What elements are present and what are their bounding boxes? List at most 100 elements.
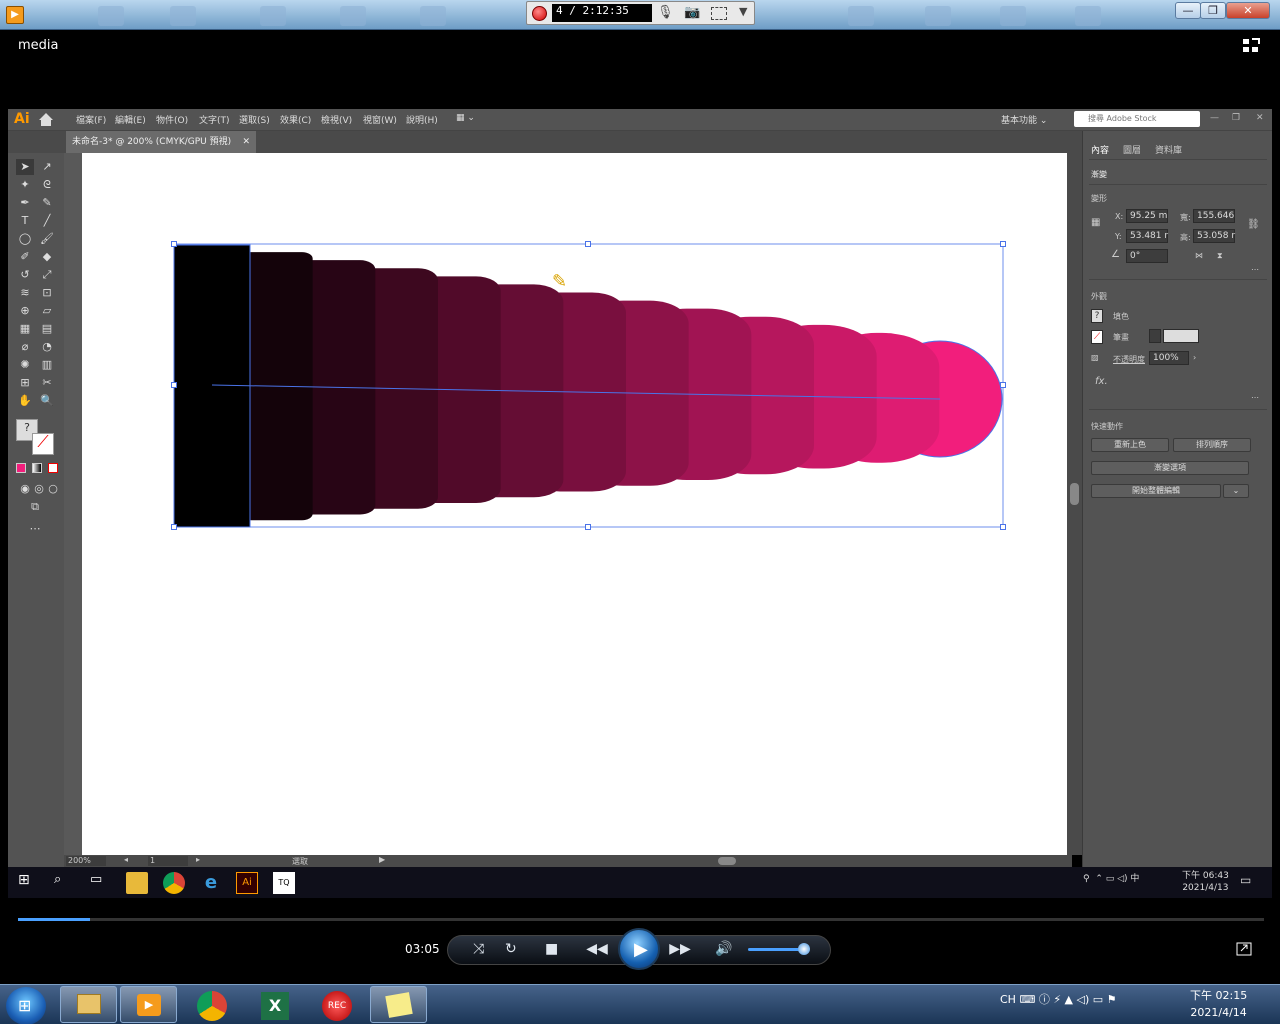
more-options-icon[interactable]: ⋯ xyxy=(1251,393,1259,402)
menu-effect[interactable]: 效果(C) xyxy=(280,113,311,126)
menu-window[interactable]: 視窗(W) xyxy=(363,113,397,126)
shape-builder-icon[interactable]: ⊕ xyxy=(16,303,34,319)
media-player-taskbar-button[interactable]: ▶ xyxy=(120,986,177,1023)
more-tools-icon[interactable]: ⋯ xyxy=(26,521,44,537)
reference-point-icon[interactable]: ▦ xyxy=(1091,217,1100,228)
menu-edit[interactable]: 編輯(E) xyxy=(115,113,146,126)
gradient-mode-swatch[interactable] xyxy=(32,463,42,473)
screen-mode-icon[interactable]: ⧉ xyxy=(26,499,44,515)
chrome-icon[interactable] xyxy=(163,872,185,894)
inner-clock[interactable]: 下午 06:43 2021/4/13 xyxy=(1182,870,1229,894)
constrain-link-icon[interactable]: ⛓ xyxy=(1247,219,1260,230)
ellipse-tool-icon[interactable]: ◯ xyxy=(16,231,34,247)
symbol-sprayer-icon[interactable]: ✺ xyxy=(16,357,34,373)
selection-tool-icon[interactable]: ➤ xyxy=(16,159,34,175)
previous-icon[interactable]: ◀◀ xyxy=(583,941,611,957)
direct-selection-tool-icon[interactable]: ↗ xyxy=(38,159,56,175)
volume-icon[interactable]: 🔊 xyxy=(715,941,732,957)
record-button[interactable] xyxy=(532,6,547,21)
blend-options-button[interactable]: 漸變選項 xyxy=(1091,461,1249,475)
warp-tool-icon[interactable]: ≋ xyxy=(16,285,34,301)
stroke-none-icon[interactable]: ⟋ xyxy=(1091,330,1103,344)
switch-to-library-icon[interactable] xyxy=(1236,942,1252,956)
artboard-number-field[interactable]: 1 xyxy=(148,856,188,866)
artboard-nav-next-icon[interactable]: ▸ xyxy=(196,855,200,864)
play-button[interactable]: ▶ xyxy=(618,928,660,970)
mesh-tool-icon[interactable]: ▦ xyxy=(16,321,34,337)
ai-close-icon[interactable]: ✕ xyxy=(1256,113,1264,123)
stroke-weight-stepper[interactable] xyxy=(1149,329,1161,343)
type-tool-icon[interactable]: T xyxy=(16,213,34,229)
bounding-box-handle[interactable] xyxy=(171,382,177,388)
ai-restore-icon[interactable]: ❐ xyxy=(1232,113,1240,123)
opacity-label[interactable]: 不透明度 xyxy=(1113,354,1145,365)
draw-inside-icon[interactable]: ○ xyxy=(44,481,62,497)
ai-minimize-icon[interactable]: — xyxy=(1210,113,1219,123)
workspace-switcher[interactable]: 基本功能 ⌄ xyxy=(1001,113,1047,126)
opacity-arrow-icon[interactable]: › xyxy=(1193,353,1196,362)
shaper-tool-icon[interactable]: ✐ xyxy=(16,249,34,265)
menu-file[interactable]: 檔案(F) xyxy=(76,113,106,126)
global-edit-button[interactable]: 開始整體編輯 xyxy=(1091,484,1221,498)
bounding-box-handle[interactable] xyxy=(1000,241,1006,247)
tq-app-icon[interactable]: TQ xyxy=(273,872,295,894)
start-button[interactable]: ⊞ xyxy=(6,987,46,1024)
menu-object[interactable]: 物件(O) xyxy=(156,113,188,126)
dropdown-arrow-icon[interactable]: ▼ xyxy=(739,5,747,18)
vertical-scrollbar[interactable] xyxy=(1067,153,1082,855)
bounding-box-handle[interactable] xyxy=(171,524,177,530)
notification-icon[interactable]: ▭ xyxy=(1240,873,1251,887)
bounding-box-handle[interactable] xyxy=(171,241,177,247)
arrange-button[interactable]: 排列順序 xyxy=(1173,438,1251,452)
region-select-icon[interactable] xyxy=(711,7,727,20)
next-icon[interactable]: ▶▶ xyxy=(666,941,694,957)
bounding-box-handle[interactable] xyxy=(585,524,591,530)
height-field[interactable]: 53.058 r xyxy=(1193,229,1235,243)
rec-taskbar-button[interactable]: REC xyxy=(308,986,365,1023)
artboard-tool-icon[interactable]: ⊞ xyxy=(16,375,34,391)
menu-select[interactable]: 選取(S) xyxy=(239,113,270,126)
tab-properties[interactable]: 內容 xyxy=(1091,143,1109,156)
camera-off-icon[interactable]: 📷 xyxy=(684,5,700,20)
gradient-tool-icon[interactable]: ▤ xyxy=(38,321,56,337)
sticky-notes-taskbar-button[interactable] xyxy=(370,986,427,1023)
rotate-tool-icon[interactable]: ↺ xyxy=(16,267,34,283)
magic-wand-icon[interactable]: ✦ xyxy=(16,177,34,193)
system-clock[interactable]: 下午 02:15 2021/4/14 xyxy=(1190,987,1247,1021)
hscroll-thumb[interactable] xyxy=(718,857,736,865)
seek-bar[interactable] xyxy=(18,918,1264,921)
edge-icon[interactable]: e xyxy=(200,872,222,894)
x-field[interactable]: 95.25 m xyxy=(1126,209,1168,223)
fill-unknown-icon[interactable]: ? xyxy=(1091,309,1103,323)
explorer-taskbar-button[interactable] xyxy=(60,986,117,1023)
blend-artwork[interactable]: ✎ xyxy=(82,153,1067,855)
perspective-grid-icon[interactable]: ▱ xyxy=(38,303,56,319)
zoom-field[interactable]: 200% xyxy=(66,856,106,866)
menu-type[interactable]: 文字(T) xyxy=(199,113,230,126)
blend-tool-icon[interactable]: ◔ xyxy=(38,339,56,355)
menu-help[interactable]: 說明(H) xyxy=(406,113,438,126)
stroke-weight-field[interactable] xyxy=(1163,329,1199,343)
document-tab[interactable]: 未命名-3* @ 200% (CMYK/GPU 預視) ✕ xyxy=(66,131,256,153)
excel-taskbar-button[interactable]: X xyxy=(246,986,303,1023)
illustrator-taskbar-icon[interactable]: Ai xyxy=(236,872,258,894)
hand-tool-icon[interactable]: ✋ xyxy=(16,393,34,409)
search-icon[interactable]: ⌕ xyxy=(54,872,76,894)
task-view-icon[interactable]: ▭ xyxy=(90,872,112,894)
volume-knob[interactable] xyxy=(797,943,810,955)
file-explorer-icon[interactable] xyxy=(126,872,148,894)
color-mode-swatch[interactable] xyxy=(16,463,26,473)
bounding-box-handle[interactable] xyxy=(1000,524,1006,530)
eraser-tool-icon[interactable]: ◆ xyxy=(38,249,56,265)
home-icon[interactable] xyxy=(38,112,54,127)
status-menu-icon[interactable]: ▶ xyxy=(379,855,385,864)
flip-horizontal-icon[interactable]: ⋈ xyxy=(1195,251,1203,260)
width-field[interactable]: 155.646 xyxy=(1193,209,1235,223)
language-indicator[interactable]: CH xyxy=(1000,993,1016,1006)
scroll-thumb[interactable] xyxy=(1070,483,1079,505)
tab-close-icon[interactable]: ✕ xyxy=(242,131,250,153)
artboard-nav-prev-icon[interactable]: ◂ xyxy=(124,855,128,864)
arrange-docs-icon[interactable]: ▦ ⌄ xyxy=(456,113,475,123)
zoom-tool-icon[interactable]: 🔍 xyxy=(38,393,56,409)
stop-icon[interactable]: ■ xyxy=(545,941,558,957)
